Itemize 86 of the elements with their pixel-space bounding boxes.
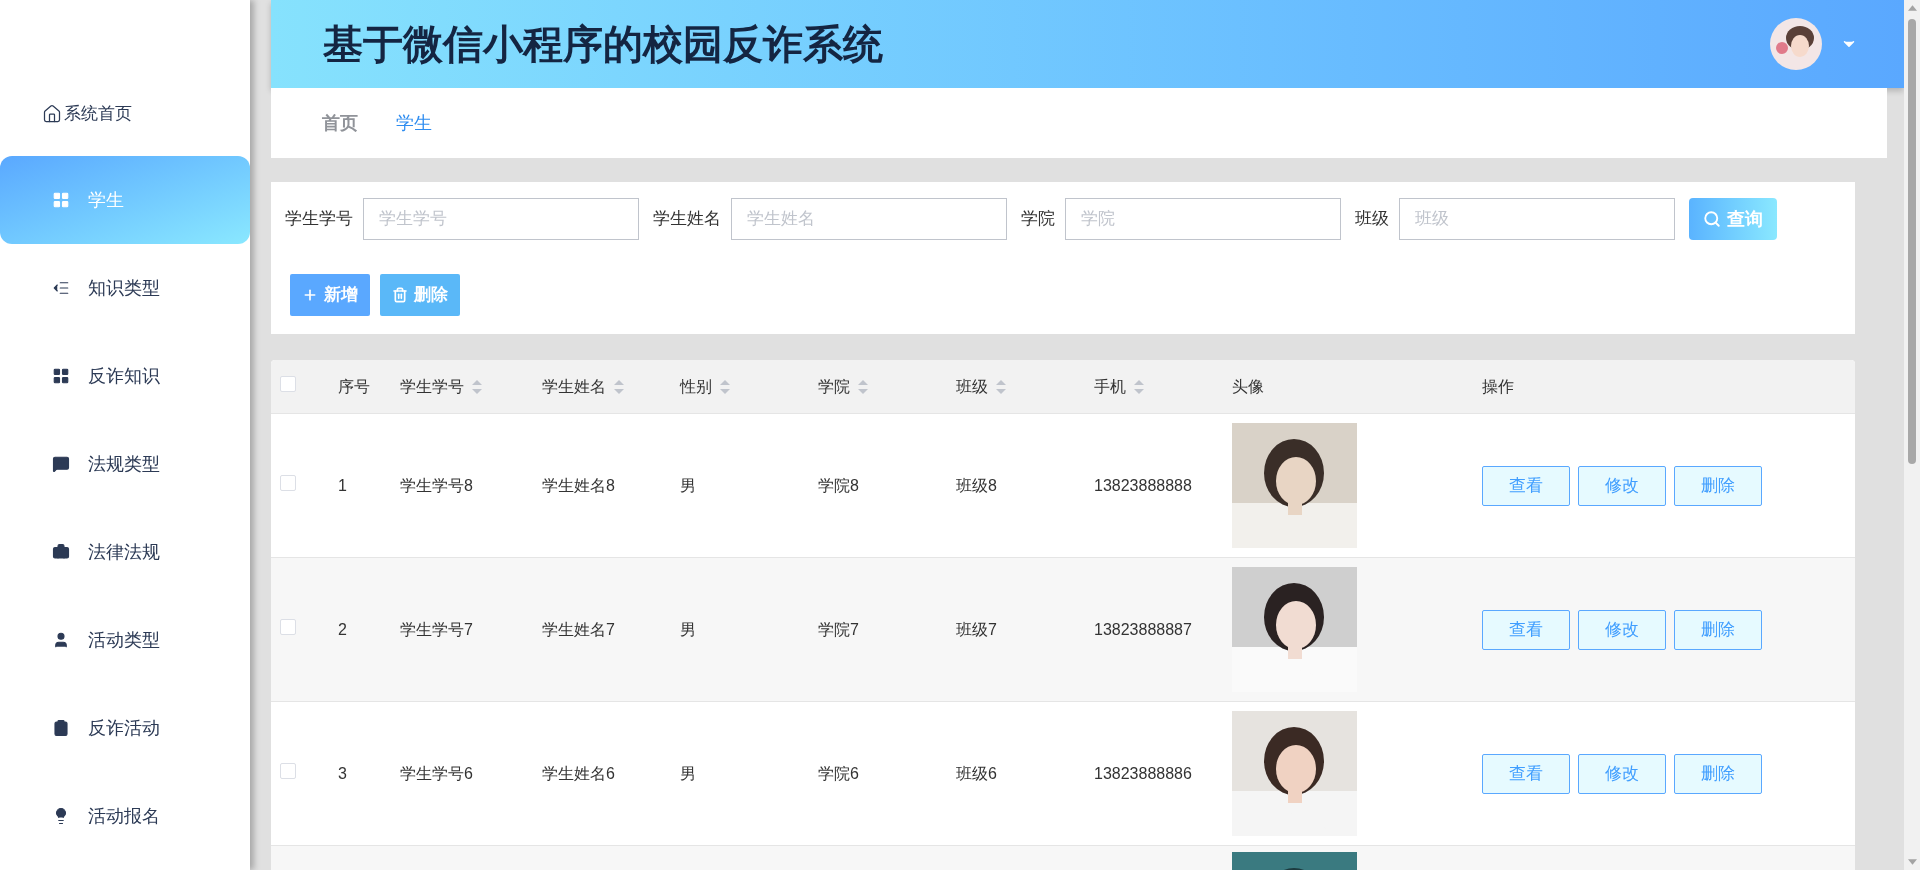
sidebar-item[interactable]: 法律法规 — [0, 508, 250, 596]
field-label: 学院 — [1021, 208, 1055, 231]
search-field[interactable]: 学院 — [1065, 198, 1341, 240]
scrollbar[interactable] — [1904, 0, 1920, 870]
search-field[interactable]: 学生学号 — [363, 198, 639, 240]
column-header: 性别 — [680, 376, 712, 397]
plus-icon — [302, 287, 318, 303]
checkbox[interactable] — [280, 618, 296, 635]
table-cell: 学院6 — [818, 764, 859, 782]
table-cell: 班级8 — [956, 476, 997, 494]
column-header: 学生姓名 — [542, 376, 606, 397]
column-header: 学院 — [818, 376, 850, 397]
delete-button[interactable]: 删除 — [380, 274, 460, 316]
table-cell: 男 — [680, 620, 696, 638]
checkbox[interactable] — [280, 762, 296, 779]
column-header: 班级 — [956, 376, 988, 397]
grid-icon — [52, 191, 70, 209]
grid-icon — [52, 367, 70, 385]
column-header: 序号 — [338, 376, 370, 397]
field-label: 学生学号 — [285, 208, 353, 231]
breadcrumb-link[interactable]: 学生 — [396, 109, 432, 137]
query-button[interactable]: 查询 — [1689, 198, 1777, 240]
table-cell: 13823888887 — [1094, 620, 1192, 638]
briefcase-icon — [52, 543, 70, 561]
row-action-button[interactable]: 查看 — [1482, 753, 1570, 794]
sidebar-item[interactable]: 系统首页 — [64, 101, 132, 127]
chat-icon — [52, 455, 70, 473]
sidebar-item[interactable]: 反诈活动 — [0, 684, 250, 772]
table-cell: 3 — [338, 764, 347, 782]
list-icon — [52, 279, 70, 297]
search-field[interactable]: 班级 — [1399, 198, 1675, 240]
breadcrumb-link[interactable]: 首页 — [322, 109, 358, 137]
avatar[interactable] — [1770, 18, 1822, 70]
app-title: 基于微信小程序的校园反诈系统 — [323, 21, 884, 68]
scroll-down-icon[interactable] — [1907, 859, 1917, 865]
sort-icon[interactable] — [1134, 379, 1144, 394]
scroll-up-icon[interactable] — [1907, 5, 1917, 11]
person-icon — [52, 631, 70, 649]
row-action-button[interactable]: 修改 — [1578, 753, 1666, 794]
column-header: 手机 — [1094, 376, 1126, 397]
table-cell: 学生姓名6 — [542, 764, 615, 782]
search-field[interactable]: 学生姓名 — [731, 198, 1007, 240]
field-label: 班级 — [1355, 208, 1389, 231]
table-cell: 学生学号7 — [400, 620, 473, 638]
sort-icon[interactable] — [614, 379, 624, 394]
sort-icon[interactable] — [720, 379, 730, 394]
column-header: 学生学号 — [400, 376, 464, 397]
table-cell: 男 — [680, 764, 696, 782]
sidebar-item[interactable]: 法规类型 — [0, 420, 250, 508]
column-header: 头像 — [1232, 376, 1264, 397]
table-cell: 班级7 — [956, 620, 997, 638]
table-cell: 男 — [680, 476, 696, 494]
table-cell: 1 — [338, 476, 347, 494]
checkbox[interactable] — [280, 474, 296, 491]
row-action-button[interactable]: 查看 — [1482, 609, 1570, 650]
row-action-button[interactable]: 修改 — [1578, 465, 1666, 506]
sort-icon[interactable] — [472, 379, 482, 394]
row-action-button[interactable]: 删除 — [1674, 753, 1762, 794]
sidebar-item[interactable]: 活动类型 — [0, 596, 250, 684]
sidebar-item[interactable]: 学生 — [0, 156, 250, 244]
sidebar-item[interactable]: 知识类型 — [0, 244, 250, 332]
sort-icon[interactable] — [996, 379, 1006, 394]
search-icon — [1703, 210, 1721, 228]
table-cell: 学生姓名7 — [542, 620, 615, 638]
table-cell: 13823888886 — [1094, 764, 1192, 782]
table-cell: 学院8 — [818, 476, 859, 494]
table-cell: 2 — [338, 620, 347, 638]
row-action-button[interactable]: 删除 — [1674, 465, 1762, 506]
add-button[interactable]: 新增 — [290, 274, 370, 316]
sort-icon[interactable] — [858, 379, 868, 394]
row-action-button[interactable]: 查看 — [1482, 465, 1570, 506]
field-label: 学生姓名 — [653, 208, 721, 231]
column-header: 操作 — [1482, 376, 1514, 397]
table-cell: 13823888888 — [1094, 476, 1192, 494]
row-action-button[interactable]: 删除 — [1674, 609, 1762, 650]
table-cell: 班级6 — [956, 764, 997, 782]
table-cell: 学生姓名8 — [542, 476, 615, 494]
table-cell: 学生学号6 — [400, 764, 473, 782]
home-icon — [42, 104, 62, 124]
trash-icon — [392, 287, 408, 303]
sidebar-item[interactable]: 活动报名 — [0, 772, 250, 860]
row-action-button[interactable]: 修改 — [1578, 609, 1666, 650]
checkbox[interactable] — [280, 375, 296, 392]
table-cell: 学院7 — [818, 620, 859, 638]
table-cell: 学生学号8 — [400, 476, 473, 494]
sidebar-item[interactable]: 反诈知识 — [0, 332, 250, 420]
